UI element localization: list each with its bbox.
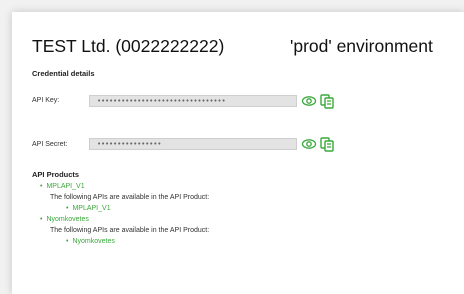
api-name[interactable]: MPLAPI_V1 <box>72 205 110 212</box>
api-key-label: API Key: <box>32 97 60 104</box>
api-products-heading: API Products <box>32 170 80 179</box>
api-name[interactable]: Nyomkovetes <box>72 238 114 245</box>
api-secret-field[interactable]: •••••••••••••••• <box>89 138 297 150</box>
api-key-field[interactable]: •••••••••••••••••••••••••••••••• <box>89 95 297 107</box>
copy-api-key-copy-icon[interactable] <box>319 93 335 109</box>
credentials-card: TEST Ltd. (0022222222) 'prod' environmen… <box>12 12 464 294</box>
bullet-icon: • <box>66 205 69 212</box>
api-product-name[interactable]: Nyomkovetes <box>46 216 88 223</box>
api-product-item[interactable]: • MPLAPI_V1 <box>32 181 209 192</box>
api-product-note: The following APIs are available in the … <box>50 194 210 201</box>
credential-details-heading: Credential details <box>32 69 95 78</box>
company-title: TEST Ltd. (0022222222) <box>32 36 225 56</box>
api-product-item[interactable]: • Nyomkovetes <box>32 214 209 225</box>
show-api-key-eye-icon[interactable] <box>301 94 317 108</box>
bullet-icon: • <box>40 216 43 223</box>
api-product-note: The following APIs are available in the … <box>50 227 210 234</box>
card-header: TEST Ltd. (0022222222) 'prod' environmen… <box>32 36 452 62</box>
bullet-icon: • <box>66 238 69 245</box>
api-product-name[interactable]: MPLAPI_V1 <box>46 183 84 190</box>
copy-api-secret-copy-icon[interactable] <box>319 136 335 152</box>
api-list-item[interactable]: • MPLAPI_V1 <box>32 203 209 214</box>
show-api-secret-eye-icon[interactable] <box>301 137 317 151</box>
api-list-item[interactable]: • Nyomkovetes <box>32 236 209 247</box>
bullet-icon: • <box>40 183 43 190</box>
api-secret-label: API Secret: <box>32 141 68 148</box>
api-products-list: • MPLAPI_V1 The following APIs are availa… <box>32 181 209 247</box>
environment-label: 'prod' environment <box>290 36 433 56</box>
